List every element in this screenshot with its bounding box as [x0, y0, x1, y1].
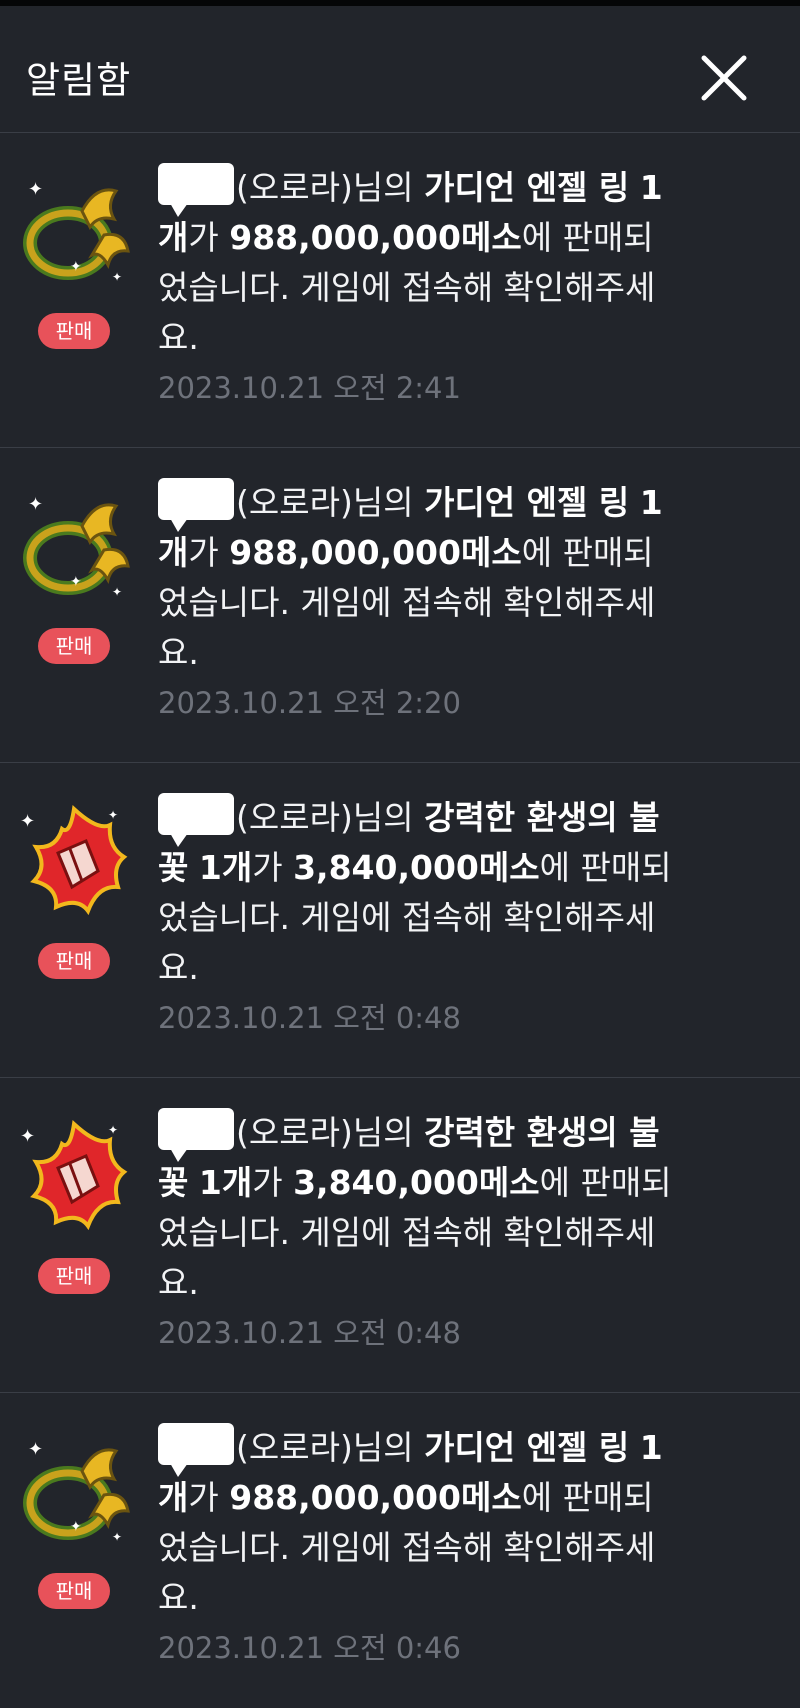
sale-badge: 판매 — [38, 1258, 110, 1294]
notification-message: (오로라)님의 강력한 환생의 불꽃 1개가 3,840,000메소에 판매되었… — [158, 793, 678, 993]
notification-item[interactable]: ✦ ✦ 판매 (오로라)님의 강력한 환생의 불꽃 1개가 3,840,000메… — [0, 1078, 800, 1393]
close-icon — [701, 55, 747, 101]
price-suffix: 에 — [521, 218, 553, 257]
honorific: 님의 — [352, 1113, 414, 1152]
price: 3,840,000메소 — [293, 1163, 540, 1202]
price-suffix: 에 — [539, 848, 570, 887]
price: 988,000,000메소 — [229, 1478, 522, 1517]
svg-text:✦: ✦ — [28, 494, 43, 515]
redacted-name — [158, 1108, 234, 1162]
svg-text:✦: ✦ — [70, 574, 82, 590]
sale-badge: 판매 — [38, 1573, 110, 1609]
honorific: 님의 — [352, 798, 414, 837]
item-name: 가디언 엔젤 링 — [424, 168, 630, 207]
timestamp: 2023.10.21 오전 0:46 — [158, 1631, 461, 1665]
notification-list: ✦ ✦ ✦ 판매 (오로라)님의 가디언 엔젤 링 1개가 988,000,00… — [0, 133, 800, 1708]
notification-item[interactable]: ✦ ✦ ✦ 판매 (오로라)님의 가디언 엔젤 링 1개가 988,000,00… — [0, 133, 800, 448]
item-name: 가디언 엔젤 링 — [424, 1428, 630, 1467]
server-name: (오로라) — [236, 1428, 353, 1467]
honorific: 님의 — [352, 1428, 414, 1467]
notification-item[interactable]: ✦ ✦ 판매 (오로라)님의 강력한 환생의 불꽃 1개가 3,840,000메… — [0, 763, 800, 1078]
flame-icon: ✦ ✦ — [12, 1116, 136, 1240]
header: 알림함 — [0, 6, 800, 133]
timestamp: 2023.10.21 오전 0:48 — [158, 1316, 461, 1350]
timestamp: 2023.10.21 오전 2:41 — [158, 371, 461, 405]
quantity: 1개 — [198, 1163, 253, 1202]
ring-icon: ✦ ✦ ✦ — [12, 1431, 136, 1555]
item-name: 가디언 엔젤 링 — [424, 483, 630, 522]
notification-message: (오로라)님의 가디언 엔젤 링 1개가 988,000,000메소에 판매되었… — [158, 478, 678, 678]
server-name: (오로라) — [236, 483, 353, 522]
svg-text:✦: ✦ — [112, 270, 122, 284]
notification-message: (오로라)님의 가디언 엔젤 링 1개가 988,000,000메소에 판매되었… — [158, 1423, 678, 1623]
particle: 가 — [188, 1478, 219, 1517]
ring-icon: ✦ ✦ ✦ — [12, 171, 136, 295]
timestamp: 2023.10.21 오전 2:20 — [158, 686, 461, 720]
price-suffix: 에 — [539, 1163, 570, 1202]
notification-item[interactable]: ✦ ✦ ✦ 판매 (오로라)님의 가디언 엔젤 링 1개가 988,000,00… — [0, 448, 800, 763]
redacted-name — [158, 478, 234, 532]
redacted-name — [158, 793, 234, 847]
server-name: (오로라) — [236, 168, 353, 207]
price: 3,840,000메소 — [293, 848, 540, 887]
redacted-name — [158, 1423, 234, 1477]
price-suffix: 에 — [521, 533, 553, 572]
price-suffix: 에 — [521, 1478, 553, 1517]
honorific: 님의 — [352, 483, 414, 522]
page-title: 알림함 — [26, 59, 132, 102]
particle: 가 — [252, 1163, 283, 1202]
particle: 가 — [188, 218, 219, 257]
particle: 가 — [188, 533, 219, 572]
sale-badge: 판매 — [38, 628, 110, 664]
svg-text:✦: ✦ — [28, 1439, 43, 1460]
particle: 가 — [252, 848, 283, 887]
svg-text:✦: ✦ — [112, 1530, 122, 1544]
price: 988,000,000메소 — [229, 533, 522, 572]
price: 988,000,000메소 — [229, 218, 522, 257]
svg-text:✦: ✦ — [70, 1519, 82, 1535]
timestamp: 2023.10.21 오전 0:48 — [158, 1001, 461, 1035]
ring-icon: ✦ ✦ ✦ — [12, 486, 136, 610]
honorific: 님의 — [352, 168, 414, 207]
flame-icon: ✦ ✦ — [12, 801, 136, 925]
svg-text:✦: ✦ — [28, 179, 43, 200]
sale-badge: 판매 — [38, 943, 110, 979]
svg-text:✦: ✦ — [108, 1123, 118, 1137]
svg-text:✦: ✦ — [70, 259, 82, 275]
notification-message: (오로라)님의 강력한 환생의 불꽃 1개가 3,840,000메소에 판매되었… — [158, 1108, 678, 1308]
svg-text:✦: ✦ — [20, 811, 35, 832]
server-name: (오로라) — [236, 1113, 353, 1152]
svg-text:✦: ✦ — [20, 1126, 35, 1147]
notification-message: (오로라)님의 가디언 엔젤 링 1개가 988,000,000메소에 판매되었… — [158, 163, 678, 363]
sale-badge: 판매 — [38, 313, 110, 349]
redacted-name — [158, 163, 234, 217]
quantity: 1개 — [198, 848, 253, 887]
close-button[interactable] — [696, 50, 752, 106]
svg-text:✦: ✦ — [112, 585, 122, 599]
notification-item[interactable]: ✦ ✦ ✦ 판매 (오로라)님의 가디언 엔젤 링 1개가 988,000,00… — [0, 1393, 800, 1708]
server-name: (오로라) — [236, 798, 353, 837]
svg-text:✦: ✦ — [108, 808, 118, 822]
